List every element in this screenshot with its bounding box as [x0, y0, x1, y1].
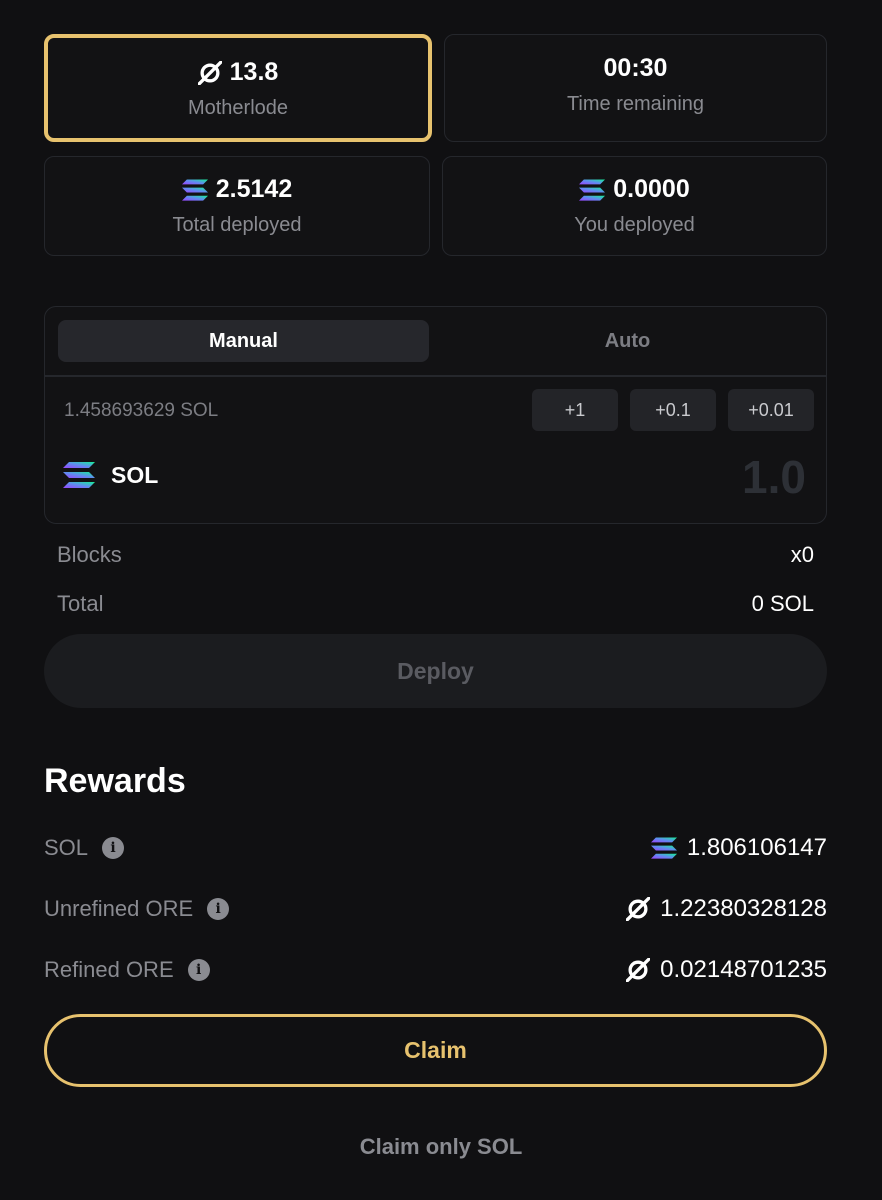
info-icon[interactable]: i — [187, 959, 210, 981]
tab-auto[interactable]: Auto — [442, 320, 813, 362]
rewards-title: Rewards — [44, 762, 186, 800]
token-selector[interactable]: SOL — [63, 461, 158, 489]
reward-value: 1.806106147 — [686, 834, 827, 861]
total-value: 0 SOL — [751, 591, 814, 616]
claim-button[interactable]: Claim — [44, 1014, 827, 1087]
motherlode-card: 13.8 Motherlode — [44, 34, 432, 142]
amount-input[interactable]: 1.0 — [742, 450, 806, 504]
reward-row-unrefined-ore: Unrefined ORE i 1.22380328128 — [44, 895, 827, 923]
token-name: SOL — [111, 461, 159, 488]
ore-icon — [626, 897, 650, 921]
reward-value: 1.22380328128 — [660, 895, 827, 922]
time-remaining-value: 00:30 — [603, 54, 668, 82]
increment-0-1-button[interactable]: +0.1 — [630, 389, 716, 431]
info-icon[interactable]: i — [207, 898, 230, 920]
total-deployed-label: Total deployed — [172, 214, 302, 236]
divider — [45, 375, 826, 377]
total-label: Total — [57, 591, 104, 616]
ore-icon — [626, 958, 650, 982]
motherlode-label: Motherlode — [187, 97, 289, 119]
you-deployed-card: 0.0000 You deployed — [442, 156, 827, 256]
time-remaining-label: Time remaining — [566, 93, 705, 115]
blocks-value: x0 — [790, 542, 814, 567]
total-deployed-value: 2.5142 — [215, 175, 293, 203]
total-deployed-card: 2.5142 Total deployed — [44, 156, 430, 256]
blocks-row: Blocks x0 — [57, 542, 814, 568]
increment-1-button[interactable]: +1 — [532, 389, 618, 431]
tab-manual[interactable]: Manual — [58, 320, 429, 362]
you-deployed-value: 0.0000 — [613, 175, 690, 203]
sol-balance: 1.458693629 SOL — [64, 400, 219, 421]
solana-icon — [182, 179, 208, 201]
reward-row-sol: SOL i 1.806106147 — [44, 834, 827, 862]
solana-icon — [651, 837, 677, 859]
blocks-label: Blocks — [57, 542, 122, 567]
solana-icon — [63, 461, 95, 489]
reward-label: Unrefined ORE — [44, 896, 194, 921]
info-icon[interactable]: i — [102, 837, 125, 859]
reward-value: 0.02148701235 — [660, 956, 827, 983]
deploy-button[interactable]: Deploy — [44, 634, 827, 708]
you-deployed-label: You deployed — [574, 214, 695, 236]
reward-label: Refined ORE — [44, 957, 174, 982]
motherlode-value: 13.8 — [229, 58, 279, 86]
deploy-panel: Manual Auto 1.458693629 SOL +1 +0.1 +0.0… — [44, 306, 827, 524]
ore-icon — [198, 61, 222, 85]
reward-row-refined-ore: Refined ORE i 0.02148701235 — [44, 956, 827, 984]
solana-icon — [579, 179, 605, 201]
claim-only-sol-link[interactable]: Claim only SOL — [0, 1134, 882, 1160]
total-row: Total 0 SOL — [57, 591, 814, 617]
increment-0-01-button[interactable]: +0.01 — [728, 389, 814, 431]
time-remaining-card: 00:30 Time remaining — [444, 34, 827, 142]
reward-label: SOL — [44, 835, 89, 860]
